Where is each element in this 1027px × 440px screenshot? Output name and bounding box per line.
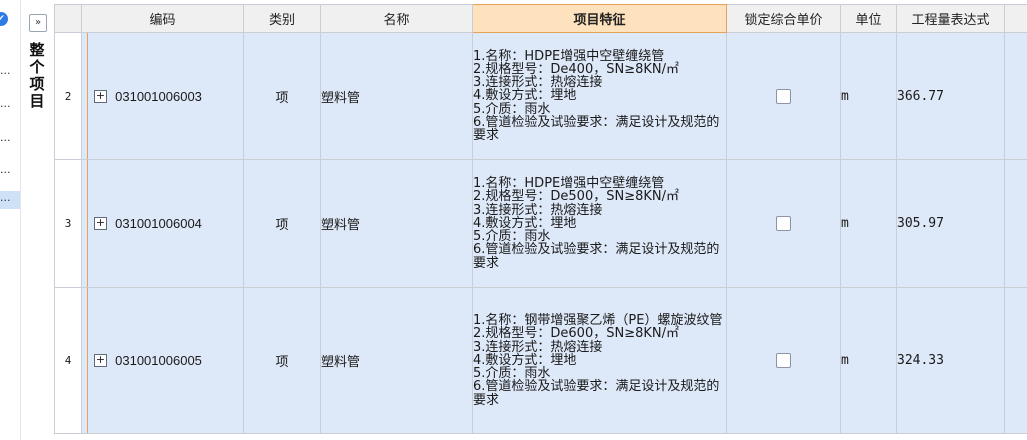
- features-cell[interactable]: 1.名称：HDPE增强中空壁缠绕管 2.规格型号：De400，SN≥8KN/㎡ …: [472, 32, 727, 160]
- unit-cell[interactable]: m: [840, 159, 897, 288]
- tree-line: [87, 33, 88, 159]
- features-cell[interactable]: 1.名称：钢带增强聚乙烯（PE）螺旋波纹管 2.规格型号：De600，SN≥8K…: [472, 287, 727, 434]
- nav-item-2[interactable]: ...: [0, 97, 20, 115]
- feature-line: 6.管道检验及试验要求：满足设计及规范的要求: [473, 114, 720, 143]
- unit-cell[interactable]: m: [840, 32, 897, 160]
- type-cell[interactable]: 项: [243, 32, 321, 160]
- code-cell[interactable]: + 031001006005: [81, 287, 244, 434]
- column-header-type[interactable]: 类别: [243, 4, 321, 33]
- whole-project-vertical-label: 整个项目: [29, 41, 45, 110]
- item-code: 031001006005: [115, 353, 202, 368]
- column-header-code[interactable]: 编码: [81, 4, 244, 33]
- extra-cell: [1004, 32, 1027, 160]
- feature-line: 5.介质：雨水: [473, 101, 551, 117]
- table-row[interactable]: 4 + 031001006005 项 塑料管 1.名称：钢带增强聚乙烯（PE）螺…: [54, 287, 1027, 434]
- quantity-expr-cell[interactable]: 324.33: [896, 287, 1005, 434]
- row-number: 3: [54, 159, 82, 288]
- lock-price-cell: [726, 287, 841, 434]
- row-number-header: [54, 4, 82, 33]
- tree-line: [87, 288, 88, 433]
- lock-price-cell: [726, 159, 841, 288]
- nav-item-4[interactable]: ...: [0, 163, 20, 181]
- lock-price-checkbox[interactable]: [776, 353, 791, 368]
- quantity-expr-cell[interactable]: 366.77: [896, 32, 1005, 160]
- feature-line: 2.规格型号：De500，SN≥8KN/㎡: [473, 189, 679, 205]
- extra-cell: [1004, 287, 1027, 434]
- item-code: 031001006003: [115, 88, 202, 104]
- column-header-features[interactable]: 项目特征: [472, 4, 727, 33]
- expand-row-icon[interactable]: +: [94, 89, 107, 103]
- lock-price-checkbox[interactable]: [776, 88, 791, 104]
- column-header-unit[interactable]: 单位: [840, 4, 897, 33]
- bill-items-grid: 编码 类别 名称 项目特征 锁定综合单价 单位 工程量表达式 2 + 03100…: [54, 4, 1027, 434]
- column-header-quantity-expr[interactable]: 工程量表达式: [896, 4, 1005, 33]
- code-cell[interactable]: + 031001006003: [81, 32, 244, 160]
- table-row[interactable]: 3 + 031001006004 项 塑料管 1.名称：HDPE增强中空壁缠绕管…: [54, 159, 1027, 288]
- column-header-lock-price[interactable]: 锁定综合单价: [726, 4, 841, 33]
- name-cell[interactable]: 塑料管: [320, 159, 473, 288]
- lock-price-checkbox[interactable]: [776, 216, 791, 231]
- feature-line: 2.规格型号：De600，SN≥8KN/㎡: [473, 326, 679, 342]
- expand-row-icon[interactable]: +: [94, 217, 107, 230]
- item-code: 031001006004: [115, 216, 202, 231]
- unit-cell[interactable]: m: [840, 287, 897, 434]
- name-cell[interactable]: 塑料管: [320, 287, 473, 434]
- grid-header-row: 编码 类别 名称 项目特征 锁定综合单价 单位 工程量表达式: [54, 4, 1027, 33]
- nav-item-5-selected[interactable]: ...: [0, 191, 20, 209]
- expand-row-icon[interactable]: +: [94, 354, 107, 367]
- quantity-expr-cell[interactable]: 305.97: [896, 159, 1005, 288]
- nav-item-1[interactable]: ...: [0, 64, 20, 82]
- left-navigation-strip: ✔ ... ... ... ... ...: [0, 0, 21, 440]
- expand-panel-button[interactable]: »: [29, 14, 47, 32]
- check-badge-icon[interactable]: ✔: [0, 12, 8, 26]
- feature-line: 6.管道检验及试验要求：满足设计及规范的要求: [473, 379, 720, 408]
- tree-line: [87, 160, 88, 287]
- feature-line: 3.连接形式：热熔连接: [473, 202, 603, 218]
- type-cell[interactable]: 项: [243, 159, 321, 288]
- feature-line: 6.管道检验及试验要求：满足设计及规范的要求: [473, 242, 720, 271]
- feature-line: 1.名称：HDPE增强中空壁缠绕管: [473, 48, 665, 64]
- column-header-name[interactable]: 名称: [320, 4, 473, 33]
- type-cell[interactable]: 项: [243, 287, 321, 434]
- lock-price-cell: [726, 32, 841, 160]
- code-cell[interactable]: + 031001006004: [81, 159, 244, 288]
- nav-item-3[interactable]: ...: [0, 131, 20, 149]
- name-cell[interactable]: 塑料管: [320, 32, 473, 160]
- feature-line: 3.连接形式：热熔连接: [473, 339, 603, 355]
- column-header-extra: [1004, 4, 1027, 33]
- feature-line: 4.敷设方式：埋地: [473, 88, 577, 104]
- features-cell[interactable]: 1.名称：HDPE增强中空壁缠绕管 2.规格型号：De500，SN≥8KN/㎡ …: [472, 159, 727, 288]
- row-number: 4: [54, 287, 82, 434]
- table-row[interactable]: 2 + 031001006003 项 塑料管 1.名称：HDPE增强中空壁缠绕管…: [54, 32, 1027, 160]
- extra-cell: [1004, 159, 1027, 288]
- row-number: 2: [54, 32, 82, 160]
